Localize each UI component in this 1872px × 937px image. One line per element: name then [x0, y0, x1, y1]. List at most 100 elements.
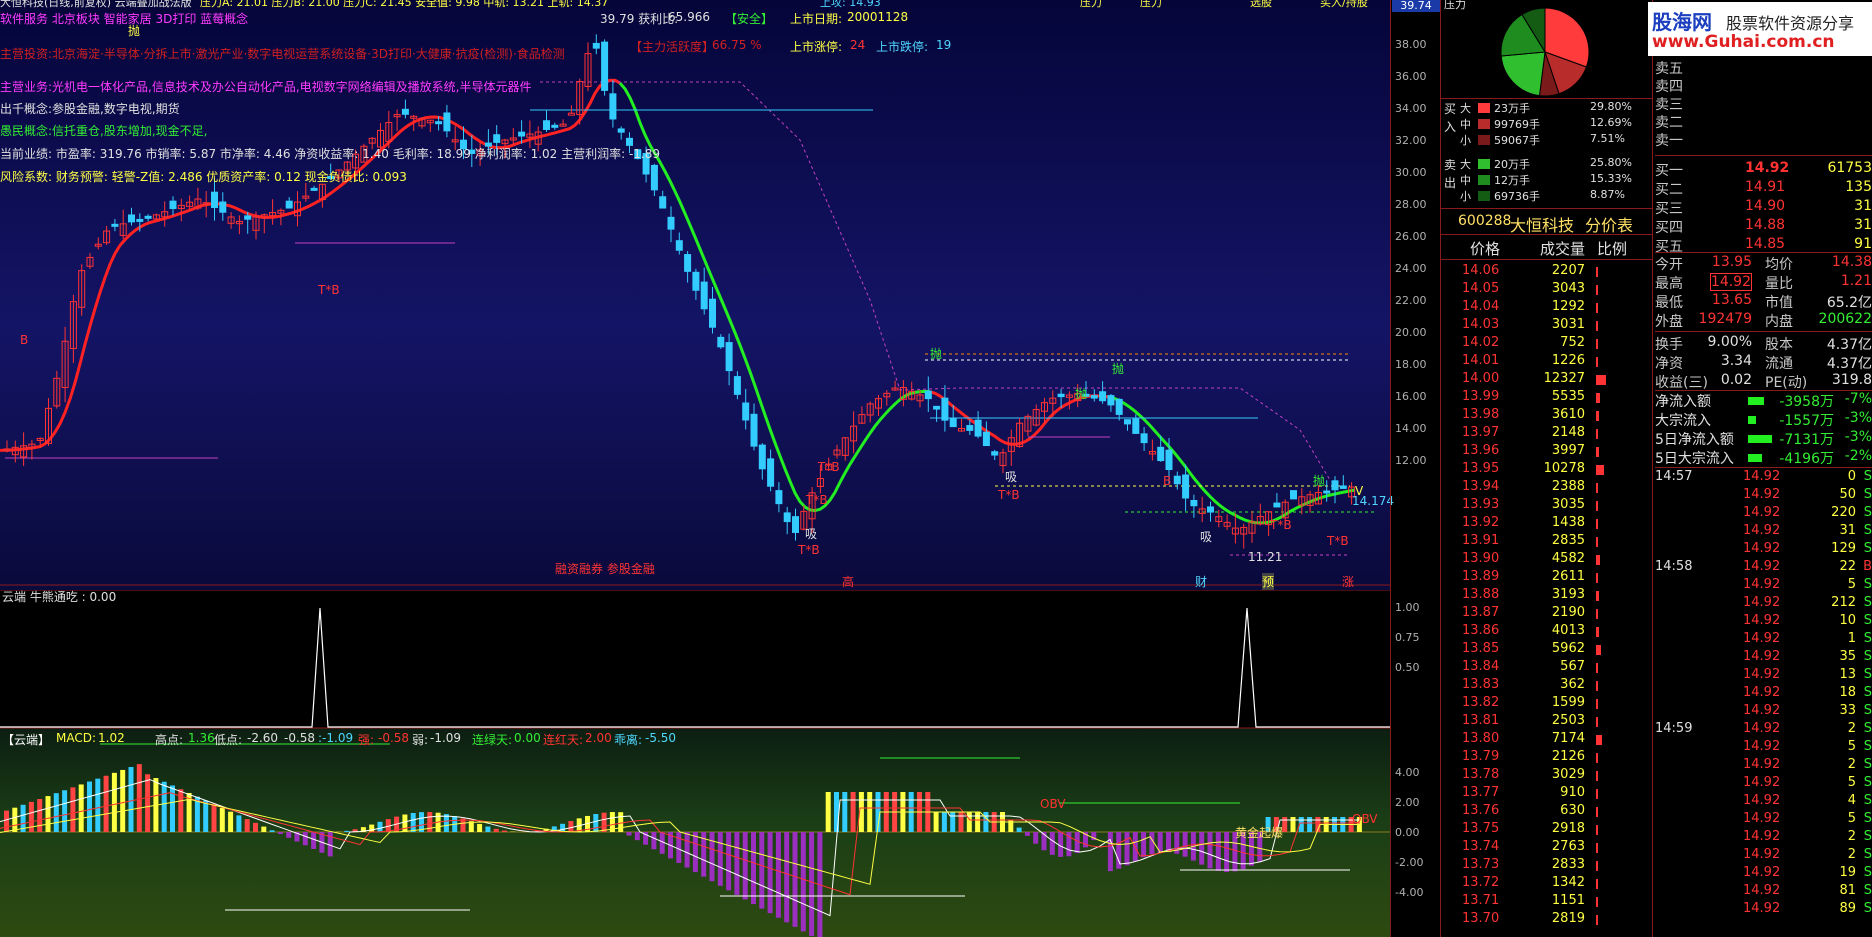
tick-volume: 129 [1831, 541, 1856, 556]
macd-low-label: 低点: [214, 733, 243, 747]
panel-divider [1652, 0, 1653, 937]
stat-label-2: 市值 [1765, 295, 1793, 311]
trade-tick: 14.92 33 S [1655, 703, 1872, 721]
bid-volume: 31 [1854, 217, 1872, 233]
candle-body [966, 425, 974, 431]
candle-body [1207, 506, 1214, 513]
macd-bar [709, 832, 715, 882]
osc-axis-050: 0.50 [1395, 661, 1420, 674]
bid-label: 买五 [1655, 239, 1683, 255]
pt-ratio-bar [1596, 789, 1598, 799]
pt-volume: 362 [1560, 677, 1585, 692]
pt-price: 13.85 [1462, 641, 1500, 656]
tick-volume: 5 [1847, 577, 1856, 592]
macd-dist-value: -5.50 [645, 731, 677, 745]
price-tick: 22.00 [1395, 294, 1427, 307]
macd-bar [493, 828, 499, 832]
flow-value: -7131万 [1779, 432, 1834, 448]
pt-price: 13.96 [1462, 443, 1500, 458]
flow-bar [1748, 454, 1762, 462]
tick-price: 14.92 [1743, 739, 1781, 754]
candle-body [1190, 499, 1198, 507]
macd-axis-neg2: -2.00 [1395, 856, 1424, 869]
macd-bar [618, 812, 624, 832]
macd-strong-label: 强: [358, 733, 375, 747]
macd-bar [145, 774, 151, 832]
trade-tick: 14:57 14.92 0 S [1655, 469, 1872, 487]
macd-v2: :-1.09 [318, 731, 354, 745]
macd-v1: -0.58 [284, 731, 316, 745]
pt-price: 13.86 [1462, 623, 1500, 638]
candle-body [1290, 490, 1297, 500]
macd-bar [651, 832, 657, 850]
tick-side: S [1863, 487, 1872, 502]
tick-volume: 2 [1847, 847, 1856, 862]
stat-value-2: 1.21 [1840, 273, 1872, 289]
macd-bar [842, 792, 848, 832]
stat-label: 换手 [1655, 337, 1683, 353]
macd-low-value: -2.60 [247, 731, 279, 745]
stat-value: 9.00% [1707, 334, 1752, 350]
flow-label: 5日大宗流入 [1655, 451, 1734, 467]
col-price[interactable]: 价格 [1470, 238, 1500, 259]
tick-side: S [1863, 775, 1872, 790]
trade-tick: 14.92 35 S [1655, 649, 1872, 667]
flow-percent: -2% [1844, 448, 1872, 464]
price-axis-line [1390, 0, 1391, 937]
stats-divider-2 [1655, 331, 1872, 332]
macd-bar [103, 775, 109, 832]
bid-price: 14.85 [1745, 236, 1786, 252]
listing-label: 上市日期: [790, 12, 843, 26]
bid-price: 14.88 [1745, 217, 1786, 233]
trade-tick: 14.92 19 S [1655, 865, 1872, 883]
tb-label-4: T*B [818, 460, 840, 474]
stat-row: 外盘 192479 内盘 200622 [1655, 311, 1872, 330]
stock-code: 600288 [1458, 213, 1512, 229]
price-tick: 36.00 [1395, 70, 1427, 83]
macd-bar [975, 812, 981, 832]
candle-body [136, 218, 144, 222]
col-ratio[interactable]: 比例 [1597, 238, 1627, 259]
tick-price: 14.92 [1743, 631, 1781, 646]
candle-body [684, 254, 692, 272]
tick-side: S [1863, 757, 1872, 772]
tick-side: S [1863, 811, 1872, 826]
pt-ratio-bar [1596, 285, 1598, 295]
pt-ratio-bar [1596, 555, 1600, 565]
macd-bar [485, 826, 491, 832]
trade-volume: 99769手 [1494, 118, 1540, 131]
macd-panel[interactable] [0, 728, 1390, 937]
price-tick: 30.00 [1395, 166, 1427, 179]
macd-bar [941, 812, 947, 832]
macd-bar [676, 832, 682, 863]
bid-volume: 31 [1854, 198, 1872, 214]
pt-volume: 3031 [1551, 317, 1585, 332]
tick-volume: 31 [1839, 523, 1856, 538]
pt-price: 14.03 [1462, 317, 1500, 332]
oscillator-panel[interactable] [0, 590, 1390, 728]
trade-size: 中 [1460, 174, 1471, 187]
bid-price: 14.91 [1745, 179, 1786, 195]
trade-swatch [1478, 119, 1490, 129]
trade-tick: 14.92 5 S [1655, 739, 1872, 757]
margin-note: 融资融券 参股金融 [555, 562, 655, 576]
candle-body [1132, 418, 1140, 434]
tick-price: 14.92 [1743, 685, 1781, 700]
candle-body [1157, 446, 1165, 462]
macd-bar [593, 814, 599, 832]
macd-bar [53, 793, 59, 832]
tick-volume: 212 [1831, 595, 1856, 610]
col-volume[interactable]: 成交量 [1540, 238, 1585, 259]
macd-bar [958, 812, 964, 832]
tick-price: 14.92 [1743, 757, 1781, 772]
tab-price-table[interactable]: 分价表 [1585, 212, 1633, 236]
pt-price: 14.01 [1462, 353, 1500, 368]
stat-value-2: 319.8 [1831, 372, 1872, 388]
pt-price: 13.81 [1462, 713, 1500, 728]
macd-bar [45, 796, 51, 832]
candle-body [443, 112, 451, 132]
tick-price: 14.92 [1743, 667, 1781, 682]
price-max-badge: 39.74 [1392, 0, 1440, 12]
macd-bar [12, 807, 18, 832]
pt-ratio-bar [1596, 717, 1598, 727]
